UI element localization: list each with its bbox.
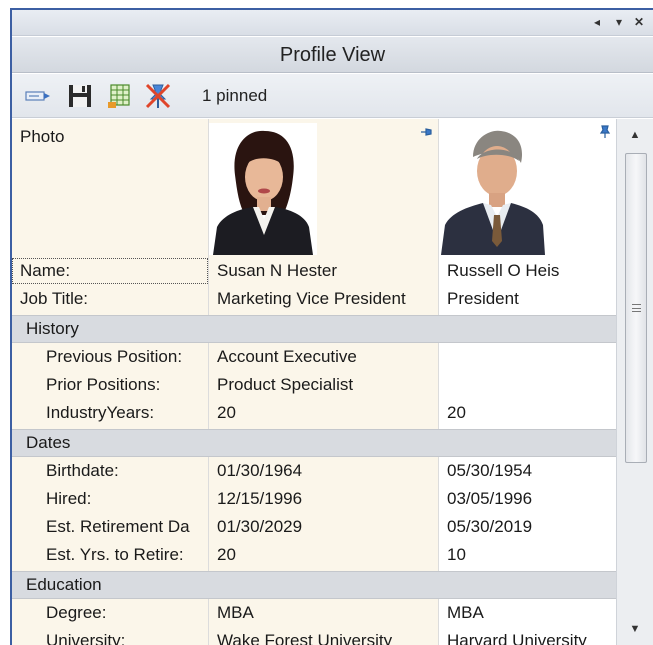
toolbar: 1 pinned (12, 74, 653, 118)
cell-value[interactable]: Product Specialist (217, 371, 353, 399)
cell-value[interactable]: 10 (447, 541, 466, 569)
group-header-dates[interactable]: Dates (12, 429, 616, 457)
scroll-up-icon[interactable]: ▲ (625, 125, 645, 145)
row-est-years-to-retire[interactable]: Est. Yrs. to Retire: 20 10 (12, 541, 616, 569)
cell-value[interactable]: 20 (447, 399, 466, 427)
row-industry-years[interactable]: IndustryYears: 20 20 (12, 399, 616, 427)
pinned-icon[interactable] (598, 125, 612, 139)
profile-grid: Photo Name: Susan N Hester Russell O Hei… (12, 119, 616, 645)
group-header-education[interactable]: Education (12, 571, 616, 599)
grid-icon[interactable] (106, 82, 134, 110)
group-header-history[interactable]: History (12, 315, 616, 343)
group-title: Education (26, 575, 102, 594)
row-label: Birthdate: (46, 461, 119, 480)
window-control-bar: ◂ ▾ ✕ (12, 10, 653, 36)
cell-value[interactable]: 01/30/2029 (217, 513, 302, 541)
row-label: Previous Position: (46, 347, 183, 366)
unpin-icon[interactable] (144, 82, 172, 110)
cell-value[interactable]: 20 (217, 399, 236, 427)
cell-value[interactable]: Susan N Hester (217, 257, 337, 285)
group-title: Dates (26, 433, 71, 452)
panel-title: Profile View (12, 37, 653, 73)
profile-view-panel: ◂ ▾ ✕ Profile View 1 pinned Photo Name: … (0, 0, 653, 645)
row-previous-position[interactable]: Previous Position: Account Executive (12, 343, 616, 371)
profile-photo-1 (209, 123, 317, 255)
vertical-scrollbar[interactable]: ▲ ▼ (616, 119, 653, 645)
cell-value[interactable]: Marketing Vice President (217, 285, 406, 313)
close-icon[interactable]: ✕ (632, 14, 646, 30)
prev-pane-icon[interactable]: ◂ (590, 14, 604, 30)
row-label: University: (46, 631, 126, 645)
cell-value[interactable]: 20 (217, 541, 236, 569)
card-view-icon[interactable] (24, 82, 52, 110)
cell-value[interactable]: Harvard University (447, 627, 587, 645)
row-university[interactable]: University: Wake Forest University Harva… (12, 627, 616, 645)
row-label: Degree: (46, 603, 107, 622)
profile-photo-2 (439, 123, 547, 255)
row-label: Name: (20, 261, 71, 280)
cell-value[interactable]: 03/05/1996 (447, 485, 532, 513)
cell-value[interactable]: President (447, 285, 519, 313)
row-label: Est. Retirement Da (46, 517, 190, 536)
cell-value[interactable]: 05/30/2019 (447, 513, 532, 541)
photo-label: Photo (20, 127, 65, 146)
cell-value[interactable]: Account Executive (217, 343, 357, 371)
row-prior-positions[interactable]: Prior Positions: Product Specialist (12, 371, 616, 399)
dropdown-icon[interactable]: ▾ (612, 14, 626, 30)
cell-value[interactable]: MBA (447, 599, 484, 627)
photo-row: Photo (12, 119, 616, 257)
cell-value[interactable]: 05/30/1954 (447, 457, 532, 485)
row-label: Hired: (46, 489, 92, 508)
cell-value[interactable]: 01/30/1964 (217, 457, 302, 485)
group-title: History (26, 319, 79, 338)
scroll-thumb[interactable] (625, 153, 647, 463)
row-birthdate[interactable]: Birthdate: 01/30/1964 05/30/1954 (12, 457, 616, 485)
row-label: IndustryYears: (46, 403, 155, 422)
scroll-down-icon[interactable]: ▼ (625, 619, 645, 639)
row-hired[interactable]: Hired: 12/15/1996 03/05/1996 (12, 485, 616, 513)
row-est-retirement-date[interactable]: Est. Retirement Da 01/30/2029 05/30/2019 (12, 513, 616, 541)
row-name[interactable]: Name: Susan N Hester Russell O Heis (12, 257, 616, 285)
cell-value[interactable]: MBA (217, 599, 254, 627)
grip-icon (632, 304, 641, 312)
cell-value[interactable]: 12/15/1996 (217, 485, 302, 513)
save-icon[interactable] (66, 82, 94, 110)
row-job-title[interactable]: Job Title: Marketing Vice President Pres… (12, 285, 616, 313)
row-label: Prior Positions: (46, 375, 161, 394)
pin-icon[interactable] (420, 125, 434, 139)
row-degree[interactable]: Degree: MBA MBA (12, 599, 616, 627)
cell-value[interactable]: Wake Forest University (217, 627, 392, 645)
cell-value[interactable]: Russell O Heis (447, 257, 559, 285)
pinned-count: 1 pinned (202, 86, 268, 105)
row-label: Job Title: (20, 289, 89, 308)
row-label: Est. Yrs. to Retire: (46, 545, 184, 564)
